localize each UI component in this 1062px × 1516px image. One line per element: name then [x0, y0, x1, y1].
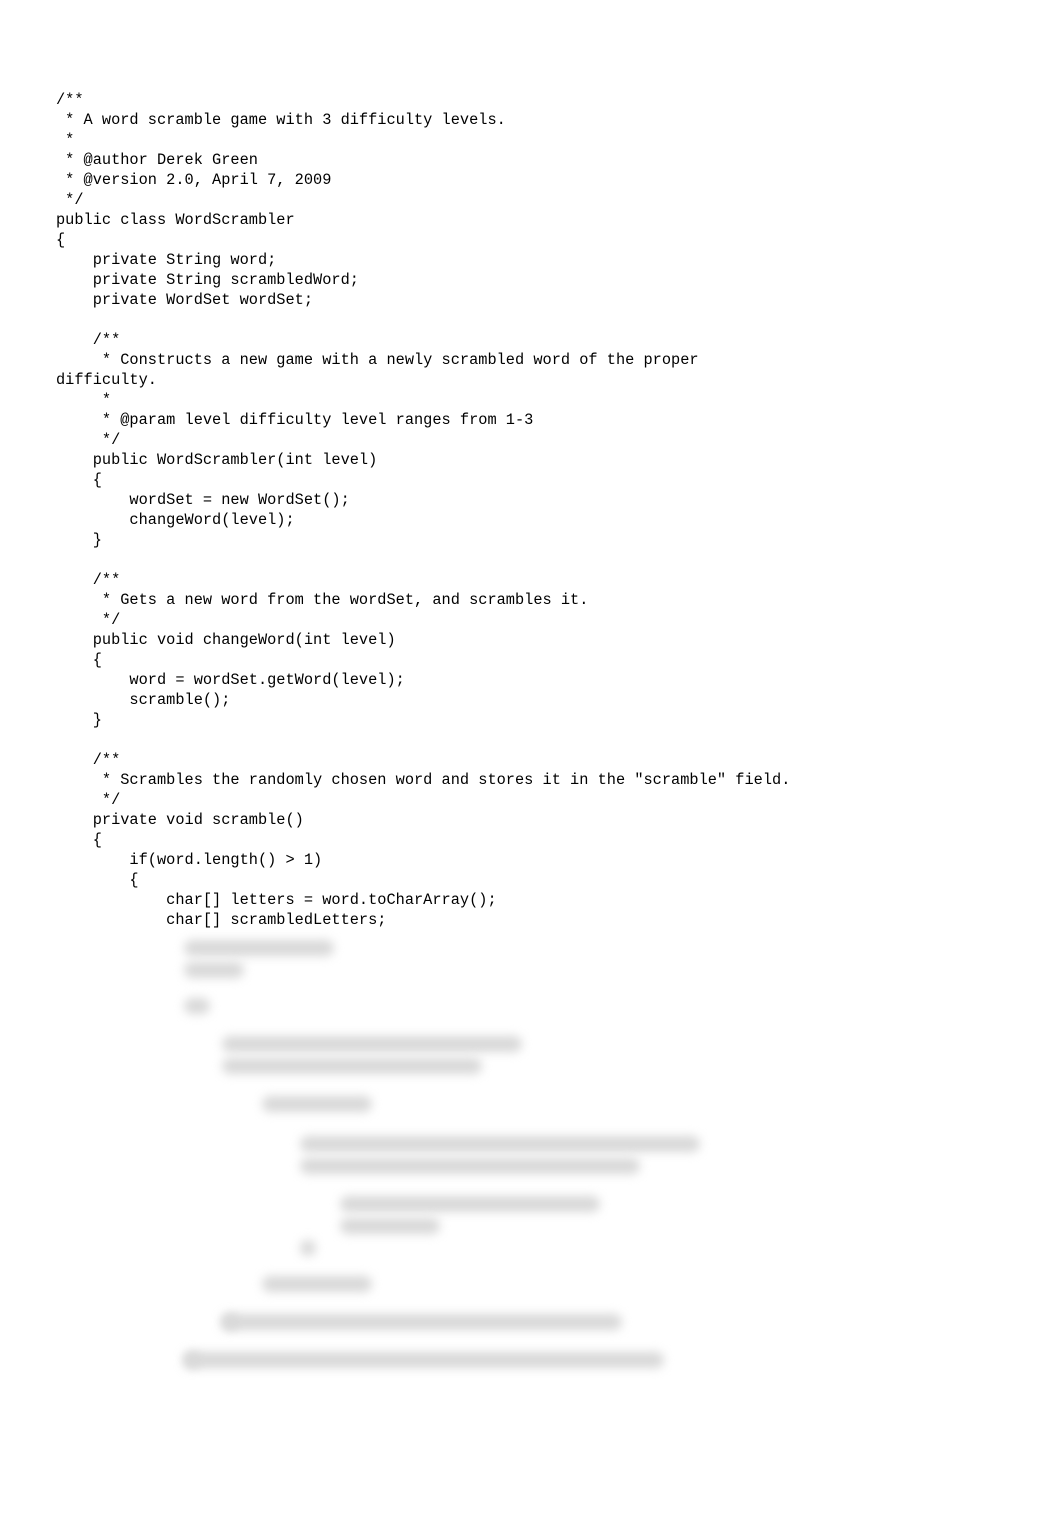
code-line: private String scrambledWord;	[56, 271, 359, 289]
code-line: * Gets a new word from the wordSet, and …	[56, 591, 588, 609]
code-line: /**	[56, 331, 120, 349]
code-line: /**	[56, 751, 120, 769]
code-line: private String word;	[56, 251, 276, 269]
obscured-code-region	[56, 936, 1006, 1456]
code-line: * Scrambles the randomly chosen word and…	[56, 771, 790, 789]
code-line	[56, 731, 93, 749]
code-line: char[] scrambledLetters;	[56, 911, 386, 929]
code-line: * A word scramble game with 3 difficulty…	[56, 111, 506, 129]
code-line: {	[56, 871, 139, 889]
code-line: word = wordSet.getWord(level);	[56, 671, 405, 689]
code-line: public void changeWord(int level)	[56, 631, 396, 649]
code-line	[56, 551, 93, 569]
code-line: /**	[56, 91, 84, 109]
code-line: */	[56, 431, 120, 449]
code-line: *	[56, 391, 120, 409]
code-line: private WordSet wordSet;	[56, 291, 313, 309]
code-line: if(word.length() > 1)	[56, 851, 322, 869]
code-line: {	[56, 831, 102, 849]
code-line: private void scramble()	[56, 811, 304, 829]
code-document: /** * A word scramble game with 3 diffic…	[0, 0, 1062, 1516]
code-line: }	[56, 711, 102, 729]
code-line: changeWord(level);	[56, 511, 295, 529]
code-line: public class WordScrambler	[56, 211, 295, 229]
code-line: */	[56, 791, 129, 809]
code-line: * @author Derek Green	[56, 151, 258, 169]
code-line: public WordScrambler(int level)	[56, 451, 377, 469]
code-line: scramble();	[56, 691, 230, 709]
code-line: }	[56, 531, 102, 549]
code-line: */	[56, 191, 84, 209]
code-line: /**	[56, 571, 120, 589]
code-line: */	[56, 611, 120, 629]
code-line: * @version 2.0, April 7, 2009	[56, 171, 331, 189]
code-line: char[] letters = word.toCharArray();	[56, 891, 497, 909]
code-line: {	[56, 231, 65, 249]
code-line: * @param level difficulty level ranges f…	[56, 411, 533, 429]
code-line: * Constructs a new game with a newly scr…	[56, 351, 708, 369]
code-line: {	[56, 471, 102, 489]
code-line: *	[56, 131, 84, 149]
code-line: {	[56, 651, 102, 669]
code-line: difficulty.	[56, 371, 157, 389]
code-line: wordSet = new WordSet();	[56, 491, 350, 509]
